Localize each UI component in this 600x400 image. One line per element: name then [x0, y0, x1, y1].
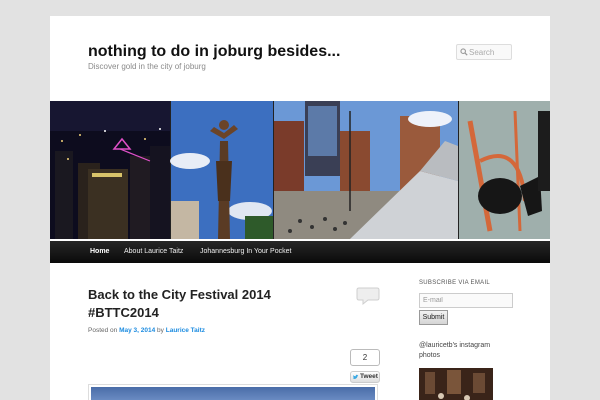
subscribe-submit-button[interactable]: Submit	[419, 310, 448, 325]
nav-item-home[interactable]: Home	[90, 241, 109, 263]
nav-item-johannesburg-in-your-pocket[interactable]: Johannesburg In Your Pocket	[200, 241, 291, 263]
tweet-widget: 2 Tweet	[350, 349, 380, 383]
post-meta-prefix: Posted on	[88, 327, 118, 334]
page: nothing to do in joburg besides... Disco…	[50, 16, 550, 400]
subscribe-widget-title: SUBSCRIBE VIA EMAIL	[419, 280, 491, 286]
main-navigation: Home About Laurice Taitz Johannesburg In…	[50, 241, 550, 263]
instagram-photo-thumbnail[interactable]	[419, 368, 493, 400]
site-description: Discover gold in the city of joburg	[88, 62, 206, 71]
header-banner-image[interactable]	[50, 101, 550, 239]
instagram-widget-title: @lauricetb's instagram photos	[419, 342, 491, 359]
twitter-bird-icon	[352, 374, 359, 379]
post-title[interactable]: Back to the City Festival 2014 #BTTC2014	[88, 286, 308, 322]
site-title[interactable]: nothing to do in joburg besides...	[88, 43, 340, 61]
comment-bubble-icon[interactable]	[356, 286, 380, 306]
post-author-link[interactable]: Laurice Taitz	[166, 327, 205, 334]
post-featured-image[interactable]	[88, 384, 378, 400]
tweet-count: 2	[350, 349, 380, 366]
post-date-link[interactable]: May 3, 2014	[119, 327, 155, 334]
tweet-button[interactable]: Tweet	[350, 371, 380, 383]
post-meta: Posted on May 3, 2014 by Laurice Taitz	[88, 327, 205, 334]
email-field[interactable]	[419, 293, 513, 308]
search-box[interactable]	[456, 44, 512, 60]
tweet-label: Tweet	[360, 373, 378, 380]
search-icon	[460, 48, 468, 56]
post-image-content	[91, 387, 375, 400]
post-meta-by: by	[157, 327, 164, 334]
search-input[interactable]	[469, 46, 511, 59]
nav-item-about[interactable]: About Laurice Taitz	[124, 241, 183, 263]
